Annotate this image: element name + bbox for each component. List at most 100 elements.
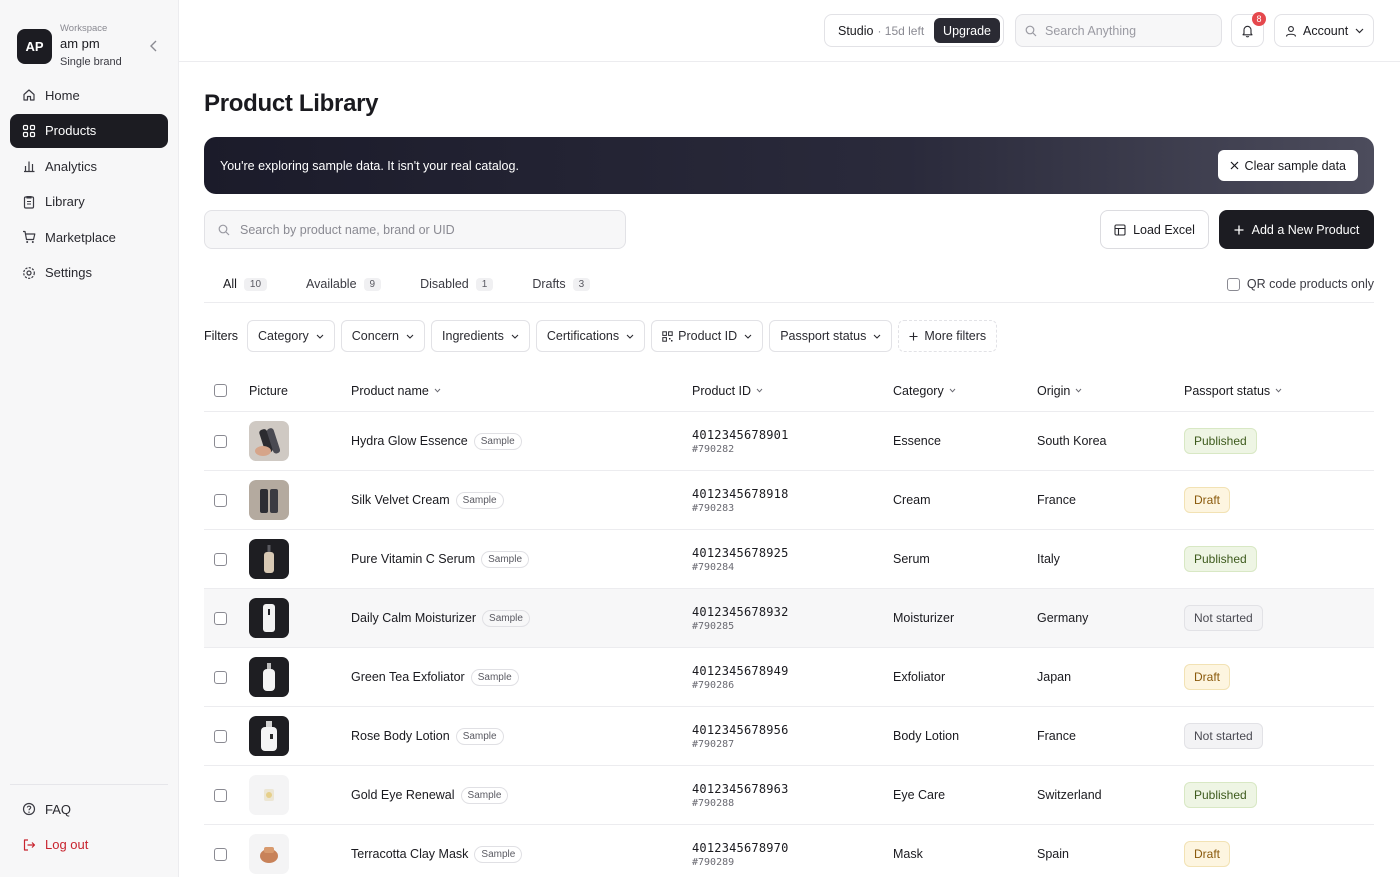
filter-product-id[interactable]: Product ID: [651, 320, 764, 352]
account-menu-button[interactable]: Account: [1274, 14, 1374, 47]
sidebar-item-settings[interactable]: Settings: [10, 256, 168, 290]
filter-category[interactable]: Category: [247, 320, 335, 352]
table-row[interactable]: Gold Eye Renewal Sample 4012345678963 #7902…: [204, 766, 1374, 825]
global-search-placeholder: Search Anything: [1045, 23, 1137, 38]
origin-cell: France: [1037, 729, 1076, 743]
product-picture-cell: [249, 421, 351, 461]
table-row[interactable]: Green Tea Exfoliator Sample 4012345678949 #…: [204, 648, 1374, 707]
product-uid: #790282: [692, 443, 735, 455]
product-thumbnail[interactable]: [249, 598, 289, 638]
product-id: 4012345678901: [692, 427, 789, 442]
sidebar-item-faq[interactable]: FAQ: [10, 792, 168, 826]
sidebar-item-label: Settings: [45, 265, 92, 281]
column-label: Product ID: [692, 383, 752, 398]
sidebar-item-logout[interactable]: Log out: [10, 828, 168, 862]
tab-all[interactable]: All 10: [223, 266, 268, 302]
column-product-name[interactable]: Product name: [351, 384, 692, 398]
product-thumbnail[interactable]: [249, 775, 289, 815]
row-checkbox[interactable]: [214, 552, 227, 566]
notification-badge: 8: [1252, 12, 1266, 26]
product-id: 4012345678956: [692, 722, 789, 737]
help-icon: [22, 802, 36, 816]
product-name[interactable]: Green Tea Exfoliator: [351, 670, 465, 684]
row-checkbox[interactable]: [214, 847, 227, 861]
tab-drafts[interactable]: Drafts 3: [532, 266, 591, 302]
plan-indicator: Studio · 15d left Upgrade: [824, 14, 1004, 47]
table-row[interactable]: Rose Body Lotion Sample 4012345678956 #7902…: [204, 707, 1374, 766]
select-all-checkbox[interactable]: [214, 384, 227, 397]
plan-name: Studio: [838, 23, 874, 38]
account-label: Account: [1303, 23, 1349, 38]
tab-count: 9: [363, 277, 382, 291]
product-thumbnail[interactable]: [249, 480, 289, 520]
category-cell: Body Lotion: [893, 729, 960, 743]
add-product-button[interactable]: Add a New Product: [1219, 210, 1374, 249]
filter-ingredients[interactable]: Ingredients: [431, 320, 530, 352]
upgrade-button[interactable]: Upgrade: [934, 18, 1000, 43]
table-row[interactable]: Hydra Glow Essence Sample 4012345678901 #79…: [204, 412, 1374, 471]
row-checkbox[interactable]: [214, 434, 227, 448]
product-name[interactable]: Terracotta Clay Mask: [351, 847, 468, 861]
clear-sample-data-button[interactable]: Clear sample data: [1217, 150, 1358, 181]
table-row[interactable]: Daily Calm Moisturizer Sample 401234567893…: [204, 589, 1374, 648]
tab-disabled[interactable]: Disabled 1: [420, 266, 494, 302]
column-origin[interactable]: Origin: [1037, 384, 1184, 398]
global-search-input[interactable]: Search Anything: [1015, 14, 1222, 47]
tab-available[interactable]: Available 9: [306, 266, 382, 302]
sample-data-banner: You're exploring sample data. It isn't y…: [204, 137, 1374, 194]
table-row[interactable]: Silk Velvet Cream Sample 4012345678918 #790…: [204, 471, 1374, 530]
product-search-input[interactable]: Search by product name, brand or UID: [204, 210, 626, 249]
table-row[interactable]: Terracotta Clay Mask Sample 4012345678970 #…: [204, 825, 1374, 877]
row-checkbox[interactable]: [214, 611, 227, 625]
chevron-down-icon: [1075, 388, 1082, 393]
column-category[interactable]: Category: [893, 384, 1037, 398]
status-tabs: All 10 Available 9 Disabled 1 Drafts 3 Q…: [204, 266, 1374, 303]
qr-only-checkbox[interactable]: QR code products only: [1226, 277, 1374, 291]
collapse-sidebar-button[interactable]: [146, 38, 162, 54]
sidebar-item-analytics[interactable]: Analytics: [10, 149, 168, 183]
chevron-left-icon: [150, 40, 157, 52]
product-picture-cell: [249, 716, 351, 756]
column-passport-status[interactable]: Passport status: [1184, 384, 1374, 398]
column-label: Product name: [351, 383, 429, 398]
product-name[interactable]: Pure Vitamin C Serum: [351, 552, 475, 566]
product-thumbnail[interactable]: [249, 834, 289, 874]
more-filters-button[interactable]: More filters: [898, 320, 998, 352]
product-name[interactable]: Silk Velvet Cream: [351, 493, 450, 507]
row-select-cell: [204, 729, 249, 743]
product-thumbnail[interactable]: [249, 657, 289, 697]
row-checkbox[interactable]: [214, 788, 227, 802]
filter-label: Product ID: [678, 329, 738, 343]
row-checkbox[interactable]: [214, 729, 227, 743]
sidebar-item-label: FAQ: [45, 801, 72, 817]
product-name[interactable]: Rose Body Lotion: [351, 729, 450, 743]
product-name[interactable]: Hydra Glow Essence: [351, 434, 468, 448]
product-thumbnail[interactable]: [249, 539, 289, 579]
category-cell: Cream: [893, 493, 931, 507]
row-checkbox[interactable]: [214, 493, 227, 507]
product-uid: #790289: [692, 856, 735, 868]
column-label: Passport status: [1184, 383, 1271, 398]
filter-passport-status[interactable]: Passport status: [769, 320, 893, 352]
product-name[interactable]: Daily Calm Moisturizer: [351, 611, 476, 625]
notifications-button[interactable]: 8: [1231, 12, 1266, 47]
checkbox[interactable]: [1226, 277, 1240, 291]
load-excel-button[interactable]: Load Excel: [1100, 210, 1209, 249]
sidebar-item-home[interactable]: Home: [10, 78, 168, 112]
tab-label: Available: [306, 277, 357, 291]
product-name[interactable]: Gold Eye Renewal: [351, 788, 455, 802]
product-thumbnail[interactable]: [249, 716, 289, 756]
sidebar-item-products[interactable]: Products: [10, 113, 168, 148]
gear-icon: [22, 266, 36, 280]
sample-badge: Sample: [474, 845, 523, 863]
category-cell: Mask: [893, 847, 923, 861]
product-thumbnail[interactable]: [249, 421, 289, 461]
filter-certifications[interactable]: Certifications: [535, 320, 646, 352]
filter-concern[interactable]: Concern: [340, 320, 426, 352]
table-row[interactable]: Pure Vitamin C Serum Sample 4012345678925 #…: [204, 530, 1374, 589]
workspace-switcher[interactable]: AP Workspace am pm Single brand: [0, 0, 178, 78]
sidebar-item-library[interactable]: Library: [10, 185, 168, 219]
sidebar-item-marketplace[interactable]: Marketplace: [10, 220, 168, 254]
row-checkbox[interactable]: [214, 670, 227, 684]
column-product-id[interactable]: Product ID: [692, 384, 893, 398]
